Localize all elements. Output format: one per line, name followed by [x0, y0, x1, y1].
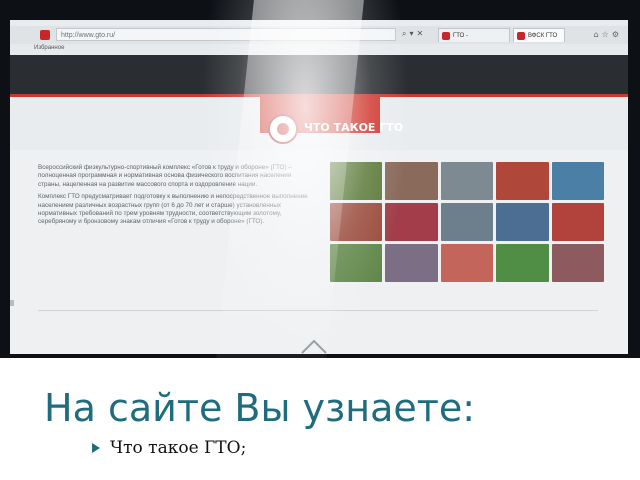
tab-2-label: ВФСК ГТО [528, 33, 558, 39]
monitor-logo-icon [301, 339, 327, 354]
site-favicon-icon [40, 30, 50, 40]
favorites-bar: Избранное [10, 44, 628, 54]
photo-park-run[interactable] [496, 244, 549, 282]
page-content: Всероссийский физкультурно-спортивный ко… [10, 150, 628, 354]
tab-favicon-icon [517, 32, 525, 40]
favorites-label[interactable]: Избранное [34, 45, 64, 51]
bullet-text: Что такое ГТО; [110, 438, 247, 458]
bullet-arrow-icon [92, 443, 100, 453]
browser-tab-2[interactable]: ВФСК ГТО [513, 28, 565, 42]
tab-favicon-icon [442, 32, 450, 40]
photo-stadium-crowd[interactable] [385, 203, 438, 241]
gto-emblem-icon [268, 114, 298, 144]
address-bar: http://www.gto.ru/ ⌕▾✕ ГТО - Всероссийск… [10, 26, 628, 53]
slide-bullet: Что такое ГТО; [92, 438, 246, 458]
photo-team-group[interactable] [496, 203, 549, 241]
photo-running-track[interactable] [496, 162, 549, 200]
photo-children[interactable] [385, 244, 438, 282]
browser-window: http://www.gto.ru/ ⌕▾✕ ГТО - Всероссийск… [10, 20, 628, 354]
photo-field-games[interactable] [330, 244, 383, 282]
section-title: ЧТО ТАКОЕ ГТО [304, 121, 404, 134]
browser-tab-1[interactable]: ГТО - Всероссийский... [438, 28, 510, 53]
photo-medal-winners[interactable] [551, 244, 604, 282]
screen-photo: http://www.gto.ru/ ⌕▾✕ ГТО - Всероссийск… [0, 0, 640, 358]
side-marker [10, 300, 14, 306]
section-banner: ЧТО ТАКОЕ ГТО [220, 55, 420, 169]
photo-ceremony[interactable] [440, 203, 494, 241]
url-field[interactable]: http://www.gto.ru/ [56, 28, 396, 41]
photo-girl-portrait[interactable] [440, 244, 494, 282]
slide-heading: На сайте Вы узнаете: [44, 386, 476, 430]
browser-toolbar-icons[interactable]: ⌂☆⚙ [594, 30, 622, 39]
about-paragraph-2: Комплекс ГТО предусматривает подготовку … [38, 193, 308, 226]
url-controls-icon[interactable]: ⌕▾✕ [402, 29, 426, 39]
photo-sprinters[interactable] [330, 203, 383, 241]
content-divider [38, 310, 598, 311]
photo-gym-exercise[interactable] [440, 162, 494, 200]
photo-gallery [330, 162, 604, 282]
about-text: Всероссийский физкультурно-спортивный ко… [38, 164, 308, 231]
photo-red-uniforms[interactable] [551, 203, 604, 241]
photo-swimming[interactable] [551, 162, 604, 200]
